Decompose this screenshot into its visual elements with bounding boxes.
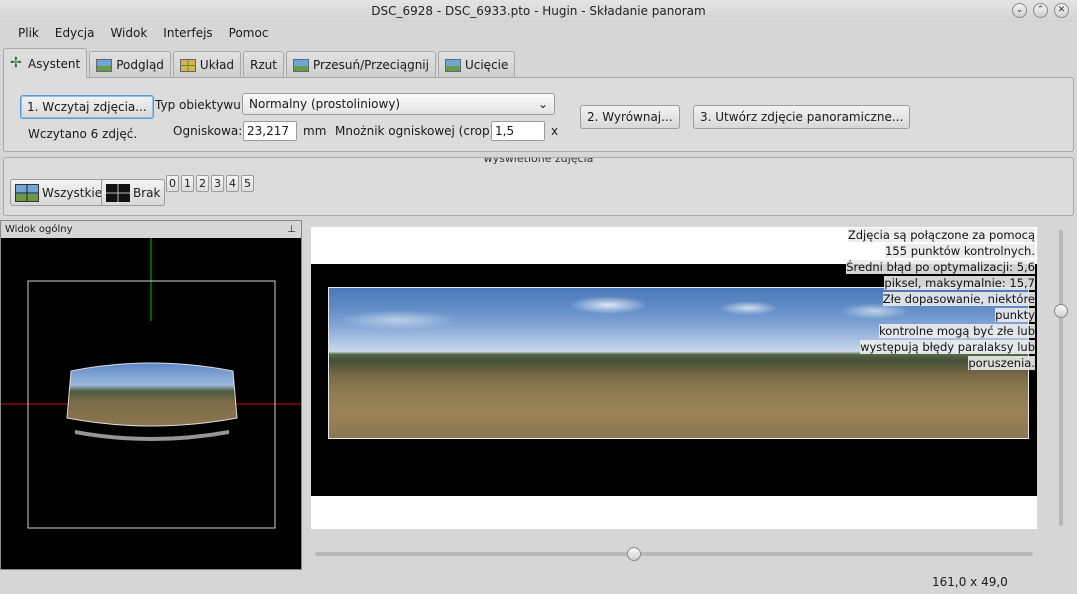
image-toggle-3[interactable]: 3 [211, 175, 224, 192]
status-line: Średni błąd po optymalizacji: 5,6 [846, 260, 1035, 274]
overview-title: Widok ogólny [5, 224, 73, 235]
crop-factor-input[interactable]: 1,5 [491, 121, 545, 141]
align-button[interactable]: 2. Wyrównaj... [580, 105, 680, 129]
status-line: piksel, maksymalnie: 15,7 [884, 276, 1035, 290]
tab-move-drag[interactable]: Przesuń/Przeciągnij [286, 51, 436, 78]
close-button[interactable]: ✕ [1054, 3, 1069, 18]
image-toggle-1[interactable]: 1 [181, 175, 194, 192]
menu-help[interactable]: Pomoc [221, 26, 277, 40]
vertical-fov-slider[interactable] [1059, 230, 1063, 526]
optimization-status: Zdjęcia są połączone za pomocą 155 punkt… [845, 227, 1035, 371]
layout-icon [179, 58, 196, 72]
move-drag-icon [293, 58, 309, 72]
statusbar: 161,0 x 49,0 [0, 572, 1077, 594]
tab-label: Przesuń/Przeciągnij [313, 58, 429, 72]
tab-layout[interactable]: Układ [172, 51, 242, 78]
preview-icon [96, 58, 113, 72]
horizontal-fov-handle[interactable] [627, 547, 641, 561]
image-toggle-5[interactable]: 5 [241, 175, 254, 192]
vertical-fov-handle[interactable] [1054, 304, 1068, 318]
lens-type-value: Normalny (prostoliniowy) [249, 97, 401, 111]
window-title: DSC_6928 - DSC_6933.pto - Hugin - Składa… [371, 4, 706, 18]
tab-preview[interactable]: Podgląd [89, 51, 171, 78]
crop-unit: x [551, 124, 559, 138]
focal-length-input[interactable]: 23,217 [243, 121, 297, 141]
visible-images-title: wyświetlone zdjęcia [483, 157, 594, 165]
visible-images-panel: wyświetlone zdjęcia Wszystkie Brak 0 1 2… [3, 157, 1074, 216]
chevron-down-icon: ⌄ [537, 97, 548, 111]
image-toggle-4[interactable]: 4 [226, 175, 239, 192]
overview-header: Widok ogólny ⊥ [1, 221, 301, 238]
show-all-button[interactable]: Wszystkie [10, 179, 108, 206]
status-line: Zdjęcia są połączone za pomocą [847, 228, 1035, 242]
fov-readout: 161,0 x 49,0 [932, 575, 1008, 589]
focal-length-label: Ogniskowa: [173, 124, 243, 138]
overview-panel[interactable]: Widok ogólny ⊥ [0, 220, 302, 570]
crop-factor-label: Mnożnik ogniskowej (crop): [335, 124, 499, 138]
menu-edit[interactable]: Edycja [47, 26, 103, 40]
pin-icon[interactable]: ⊥ [287, 221, 296, 238]
image-toggle-2[interactable]: 2 [196, 175, 209, 192]
status-line: występują błędy paralaksy lub [860, 340, 1035, 354]
load-images-button[interactable]: 1. Wczytaj zdjęcia... [20, 95, 154, 119]
status-line: kontrolne mogą być złe lub [879, 324, 1035, 338]
tab-label: Podgląd [116, 58, 164, 72]
tab-assistant[interactable]: ✢ Asystent [3, 48, 88, 78]
show-all-label: Wszystkie [42, 185, 103, 200]
menu-file[interactable]: Plik [10, 26, 47, 40]
image-toggle-0[interactable]: 0 [166, 175, 179, 192]
window-titlebar: DSC_6928 - DSC_6933.pto - Hugin - Składa… [0, 0, 1077, 22]
no-images-icon [106, 183, 130, 202]
focal-unit: mm [303, 124, 327, 138]
lens-type-label: Typ obiektywu: [155, 98, 245, 112]
overview-panorama-edge [75, 430, 229, 441]
wand-icon: ✢ [10, 55, 22, 71]
preview-area: Zdjęcia są połączone za pomocą 155 punkt… [305, 220, 1077, 570]
show-none-button[interactable]: Brak [101, 179, 166, 206]
overview-canvas[interactable] [1, 238, 301, 569]
create-panorama-button[interactable]: 3. Utwórz zdjęcie panoramiczne... [693, 105, 911, 129]
status-line: poruszenia. [968, 356, 1035, 370]
tab-label: Rzut [250, 58, 277, 72]
tab-projection[interactable]: Rzut [243, 51, 284, 78]
all-images-icon [15, 183, 39, 202]
show-none-label: Brak [133, 185, 161, 200]
status-line: Złe dopasowanie, niektóre punkty [882, 292, 1035, 322]
status-line: 155 punktów kontrolnych. [885, 244, 1035, 258]
horizontal-fov-slider[interactable] [315, 552, 1033, 556]
preview-canvas[interactable]: Zdjęcia są połączone za pomocą 155 punkt… [311, 227, 1037, 529]
menu-interface[interactable]: Interfejs [155, 26, 220, 40]
assistant-panel: 1. Wczytaj zdjęcia... Wczytano 6 zdjęć. … [3, 77, 1074, 152]
tab-label: Asystent [28, 56, 81, 71]
overview-panorama-shape [66, 362, 238, 427]
maximize-button[interactable]: ⌃ [1033, 3, 1048, 18]
main-tabs: ✢ Asystent Podgląd Układ Rzut Przesuń/Pr… [3, 48, 516, 78]
crop-icon [444, 58, 461, 72]
menu-view[interactable]: Widok [102, 26, 155, 40]
tab-label: Ucięcie [464, 58, 509, 72]
tab-crop[interactable]: Ucięcie [437, 51, 516, 78]
loaded-status: Wczytano 6 zdjęć. [28, 127, 138, 141]
minimize-button[interactable]: ⌄ [1012, 3, 1027, 18]
lens-type-select[interactable]: Normalny (prostoliniowy) ⌄ [242, 93, 555, 115]
menubar: Plik Edycja Widok Interfejs Pomoc [0, 22, 1077, 44]
tab-label: Układ [199, 58, 235, 72]
